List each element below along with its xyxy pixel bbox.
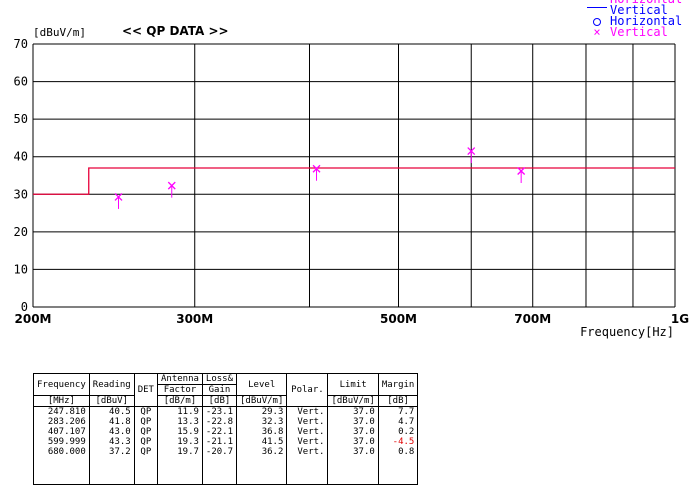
cell-limit: 37.0	[327, 417, 379, 427]
header-det: DET	[133, 373, 158, 407]
cell-gain: -22.1	[201, 427, 238, 437]
cell-limit: 37.0	[327, 447, 379, 457]
table-filler-row	[33, 457, 419, 485]
cell-frequency: 247.810	[33, 406, 90, 417]
cell-factor: 13.3	[156, 417, 203, 427]
y-tick-label: 20	[14, 225, 28, 239]
cell-margin: 4.7	[377, 417, 419, 427]
header-reading: Reading	[88, 373, 135, 396]
y-tick-label: 30	[14, 187, 28, 201]
y-tick-label: 40	[14, 150, 28, 164]
cell-gain: -23.1	[201, 406, 238, 417]
cell-polar: Vert.	[286, 437, 329, 447]
y-tick-label: 60	[14, 75, 28, 89]
y-tick-label: 50	[14, 112, 28, 126]
cell-frequency: 283.206	[33, 417, 90, 427]
cell-polar: Vert.	[286, 447, 329, 457]
unit-margin: [dB]	[377, 395, 419, 407]
cell-margin: 7.7	[377, 406, 419, 417]
cell-gain: -21.1	[201, 437, 238, 447]
cell-frequency: 407.107	[33, 427, 90, 437]
cell-reading: 41.8	[88, 417, 135, 427]
empty-cell	[327, 457, 379, 485]
x-tick-label: 700M	[514, 312, 551, 326]
cell-reading: 43.0	[88, 427, 135, 437]
header-margin: Margin	[377, 373, 419, 396]
cell-limit: 37.0	[327, 427, 379, 437]
cell-factor: 19.7	[156, 447, 203, 457]
empty-cell	[133, 457, 158, 485]
x-axis-label: Frequency[Hz]	[580, 325, 674, 339]
unit-gain: [dB]	[201, 395, 238, 407]
cell-margin: 0.2	[377, 427, 419, 437]
header-antenna: Antenna	[156, 373, 203, 385]
y-tick-label: 70	[14, 37, 28, 51]
cell-factor: 15.9	[156, 427, 203, 437]
empty-cell	[33, 457, 90, 485]
cell-limit: 37.0	[327, 437, 379, 447]
header-loss: Loss&	[201, 373, 238, 385]
header-factor: Factor	[156, 384, 203, 396]
cell-limit: 37.0	[327, 406, 379, 417]
cell-polar: Vert.	[286, 417, 329, 427]
cell-level: 29.3	[236, 406, 288, 417]
cell-det: QP	[133, 417, 158, 427]
cell-level: 36.2	[236, 447, 288, 457]
cell-gain: -20.7	[201, 447, 238, 457]
unit-limit: [dBuV/m]	[327, 395, 379, 407]
table-row: 599.999 43.3 QP 19.3 -21.1 41.5 Vert. 37.0 -4.5	[33, 437, 419, 447]
unit-factor: [dB/m]	[156, 395, 203, 407]
empty-cell	[88, 457, 135, 485]
y-tick-label: 10	[14, 262, 28, 276]
table-row: 680.000 37.2 QP 19.7 -20.7 36.2 Vert. 37.0 0.8	[33, 447, 419, 457]
x-tick-label: 500M	[380, 312, 417, 326]
table-row: 247.810 40.5 QP 11.9 -23.1 29.3 Vert. 37.0 7.7	[33, 406, 419, 417]
cell-factor: 11.9	[156, 406, 203, 417]
cell-det: QP	[133, 406, 158, 417]
header-frequency: Frequency	[33, 373, 90, 396]
cell-margin: -4.5	[377, 437, 419, 447]
qp-data-table: Frequency Reading DET Antenna Loss& Leve…	[33, 373, 419, 485]
header-level: Level	[236, 373, 288, 396]
unit-reading: [dBuV]	[88, 395, 135, 407]
empty-cell	[377, 457, 419, 485]
x-tick-label: 1G	[671, 312, 689, 326]
unit-level: [dBuV/m]	[236, 395, 288, 407]
cell-factor: 19.3	[156, 437, 203, 447]
cell-reading: 43.3	[88, 437, 135, 447]
table-row: 407.107 43.0 QP 15.9 -22.1 36.8 Vert. 37.0 0.2	[33, 427, 419, 437]
empty-cell	[156, 457, 203, 485]
cell-margin: 0.8	[377, 447, 419, 457]
unit-frequency: [MHz]	[33, 395, 90, 407]
cell-reading: 37.2	[88, 447, 135, 457]
cell-det: QP	[133, 427, 158, 437]
cell-det: QP	[133, 437, 158, 447]
cell-level: 32.3	[236, 417, 288, 427]
cell-gain: -22.8	[201, 417, 238, 427]
limit-line	[33, 167, 675, 195]
header-limit: Limit	[327, 373, 379, 396]
cell-polar: Vert.	[286, 406, 329, 417]
x-tick-label: 200M	[15, 312, 52, 326]
table-row: 283.206 41.8 QP 13.3 -22.8 32.3 Vert. 37.0 4.7	[33, 417, 419, 427]
header-gain: Gain	[201, 384, 238, 396]
header-polar: Polar.	[286, 373, 329, 407]
qp-data-chart: 010203040506070200M 300M 500M 700M 1G	[14, 37, 690, 326]
empty-cell	[201, 457, 238, 485]
cell-level: 41.5	[236, 437, 288, 447]
cell-polar: Vert.	[286, 427, 329, 437]
cell-frequency: 599.999	[33, 437, 90, 447]
empty-cell	[286, 457, 329, 485]
empty-cell	[236, 457, 288, 485]
cell-level: 36.8	[236, 427, 288, 437]
cell-det: QP	[133, 447, 158, 457]
cell-reading: 40.5	[88, 406, 135, 417]
cell-frequency: 680.000	[33, 447, 90, 457]
x-tick-label: 300M	[176, 312, 213, 326]
